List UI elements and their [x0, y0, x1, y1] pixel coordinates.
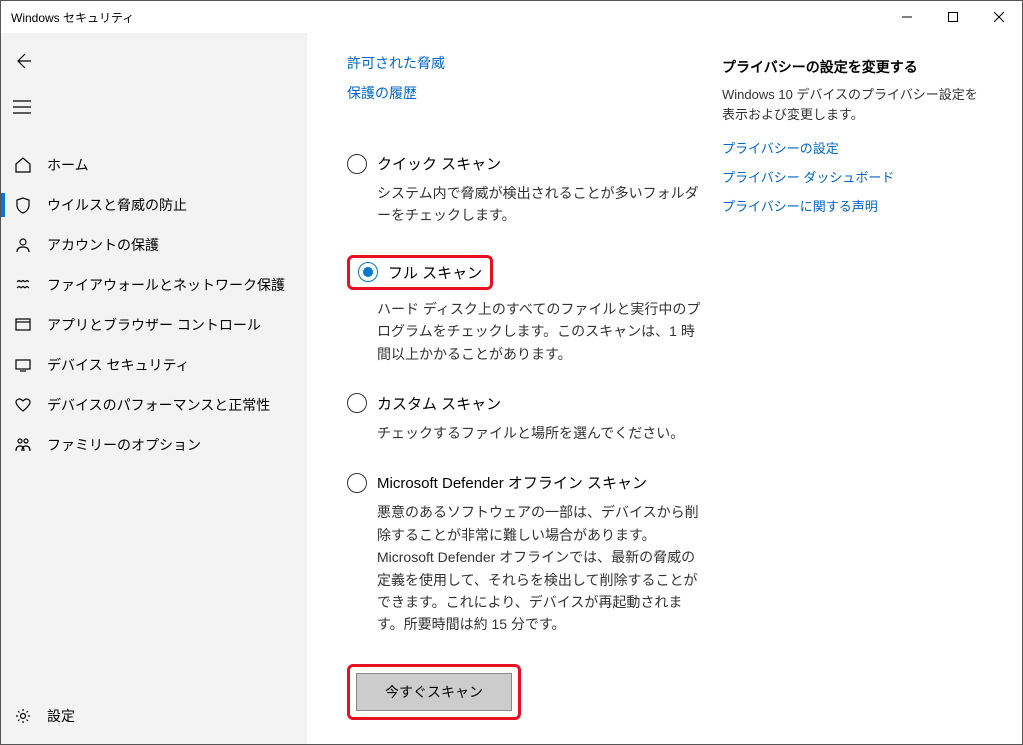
family-icon [13, 435, 33, 455]
sidebar-item-label: デバイスのパフォーマンスと正常性 [47, 395, 270, 415]
radio-icon [347, 154, 367, 174]
home-icon [13, 155, 33, 175]
titlebar: Windows セキュリティ [1, 1, 1022, 33]
shield-icon [13, 195, 33, 215]
sidebar-item-label: ファイアウォールとネットワーク保護 [47, 275, 285, 295]
minimize-button[interactable] [884, 1, 930, 33]
sidebar-item-performance[interactable]: デバイスのパフォーマンスと正常性 [1, 385, 307, 425]
radio-label: フル スキャン [388, 262, 482, 283]
privacy-heading: プライバシーの設定を変更する [722, 57, 982, 77]
sidebar-item-label: 設定 [47, 706, 75, 726]
privacy-description: Windows 10 デバイスのプライバシー設定を表示および変更します。 [722, 85, 982, 124]
scan-option-offline[interactable]: Microsoft Defender オフライン スキャン 悪意のあるソフトウェ… [347, 472, 702, 635]
sidebar-item-virus[interactable]: ウイルスと脅威の防止 [1, 185, 307, 225]
privacy-settings-link[interactable]: プライバシーの設定 [722, 138, 982, 157]
sidebar-item-settings[interactable]: 設定 [1, 696, 307, 736]
scan-option-full[interactable]: フル スキャン ハード ディスク上のすべてのファイルと実行中のプログラムをチェッ… [347, 255, 702, 365]
highlight-box: フル スキャン [347, 255, 493, 290]
sidebar: ホーム ウイルスと脅威の防止 アカウントの保護 ファイアウォールとネットワーク保… [1, 33, 307, 744]
gear-icon [13, 706, 33, 726]
scan-option-custom[interactable]: カスタム スキャン チェックするファイルと場所を選んでください。 [347, 393, 702, 444]
allowed-threats-link[interactable]: 許可された脅威 [347, 53, 702, 73]
sidebar-item-family[interactable]: ファミリーのオプション [1, 425, 307, 465]
protection-history-link[interactable]: 保護の履歴 [347, 83, 702, 103]
scan-option-quick[interactable]: クイック スキャン システム内で脅威が検出されることが多いフォルダーをチェックし… [347, 153, 702, 227]
sidebar-item-label: デバイス セキュリティ [47, 355, 190, 375]
radio-description: ハード ディスク上のすべてのファイルと実行中のプログラムをチェックします。このス… [377, 298, 702, 365]
highlight-box: 今すぐスキャン [347, 664, 521, 720]
sidebar-item-label: アプリとブラウザー コントロール [47, 315, 261, 335]
close-button[interactable] [976, 1, 1022, 33]
radio-label: カスタム スキャン [377, 393, 501, 414]
device-security-icon [13, 355, 33, 375]
sidebar-item-account[interactable]: アカウントの保護 [1, 225, 307, 265]
main-content: 許可された脅威 保護の履歴 クイック スキャン システム内で脅威が検出されること… [307, 33, 1022, 744]
sidebar-item-label: ホーム [47, 155, 89, 175]
sidebar-item-label: ファミリーのオプション [47, 435, 201, 455]
radio-label: Microsoft Defender オフライン スキャン [377, 472, 647, 493]
radio-description: チェックするファイルと場所を選んでください。 [377, 422, 702, 444]
radio-label: クイック スキャン [377, 153, 501, 174]
sidebar-item-label: アカウントの保護 [47, 235, 159, 255]
sidebar-item-label: ウイルスと脅威の防止 [47, 195, 187, 215]
sidebar-item-device-security[interactable]: デバイス セキュリティ [1, 345, 307, 385]
back-button[interactable] [1, 41, 307, 81]
radio-icon [347, 393, 367, 413]
heart-icon [13, 395, 33, 415]
scan-now-button[interactable]: 今すぐスキャン [356, 673, 512, 711]
radio-description: 悪意のあるソフトウェアの一部は、デバイスから削除することが非常に難しい場合があり… [377, 501, 702, 635]
radio-description: システム内で脅威が検出されることが多いフォルダーをチェックします。 [377, 182, 702, 227]
sidebar-item-home[interactable]: ホーム [1, 145, 307, 185]
maximize-button[interactable] [930, 1, 976, 33]
firewall-icon [13, 275, 33, 295]
window-controls [884, 1, 1022, 33]
sidebar-item-app[interactable]: アプリとブラウザー コントロール [1, 305, 307, 345]
sidebar-item-firewall[interactable]: ファイアウォールとネットワーク保護 [1, 265, 307, 305]
window-title: Windows セキュリティ [11, 9, 134, 26]
privacy-dashboard-link[interactable]: プライバシー ダッシュボード [722, 167, 982, 186]
menu-button[interactable] [1, 87, 307, 127]
radio-icon [358, 262, 378, 282]
privacy-statement-link[interactable]: プライバシーに関する声明 [722, 196, 982, 215]
account-icon [13, 235, 33, 255]
app-icon [13, 315, 33, 335]
radio-icon [347, 473, 367, 493]
